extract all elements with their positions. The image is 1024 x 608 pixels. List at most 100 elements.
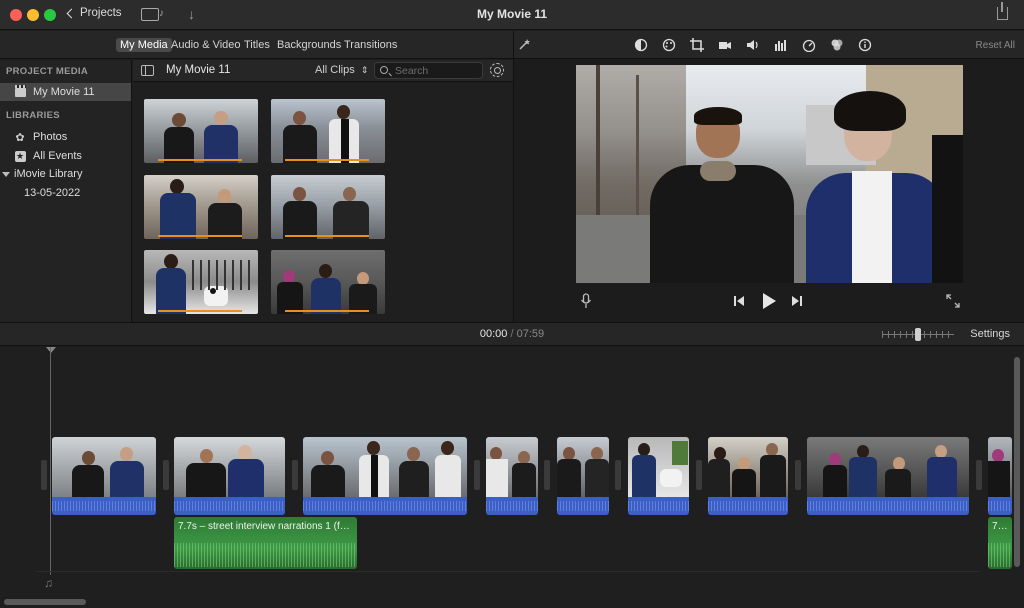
preview-frame	[576, 65, 963, 283]
projects-button[interactable]: Projects	[66, 7, 122, 19]
media-clip-thumbnail[interactable]	[271, 99, 385, 163]
narration-waveform	[988, 543, 1012, 567]
transition-marker[interactable]	[544, 460, 550, 490]
narration-waveform	[174, 543, 357, 567]
crop-icon[interactable]	[690, 38, 704, 52]
clips-filter-value: All Clips	[315, 64, 355, 76]
sidebar-item-photos[interactable]: ✿ Photos	[0, 128, 131, 146]
reset-all-button[interactable]: Reset All	[976, 40, 1015, 51]
current-time: 00:00	[479, 328, 508, 340]
tab-backgrounds[interactable]: Backgrounds	[273, 38, 345, 52]
viewer-toolbar: Reset All	[514, 31, 1024, 59]
info-icon[interactable]	[858, 38, 872, 52]
close-window-button[interactable]	[10, 9, 22, 21]
vertical-scrollbar[interactable]	[1014, 357, 1020, 567]
color-balance-icon[interactable]	[634, 38, 648, 52]
sidebar-item-all-events[interactable]: ★ All Events	[0, 147, 131, 165]
clips-filter-select[interactable]: All Clips ⇕	[315, 64, 368, 76]
clip-audio-waveform	[628, 497, 689, 515]
transition-marker[interactable]	[696, 460, 702, 490]
media-clip-thumbnail[interactable]	[144, 250, 258, 314]
background-music-well[interactable]: ♫	[36, 571, 980, 595]
microphone-icon[interactable]	[580, 293, 592, 309]
media-clip-thumbnail[interactable]	[144, 175, 258, 239]
libraries-heading: LIBRARIES	[6, 110, 60, 121]
magic-wand-icon[interactable]	[517, 38, 531, 52]
sidebar-item-label: iMovie Library	[14, 168, 83, 180]
sidebar-item-event-date[interactable]: 13-05-2022	[0, 184, 131, 202]
volume-icon[interactable]	[746, 38, 760, 52]
transition-marker[interactable]	[795, 460, 801, 490]
skip-back-icon[interactable]	[733, 295, 745, 307]
narration-clip-label: 7.7s – street interview narrations 1 (fo…	[178, 521, 353, 532]
zoom-window-button[interactable]	[44, 9, 56, 21]
transition-marker[interactable]	[474, 460, 480, 490]
sidebar-item-label: Photos	[33, 131, 68, 143]
timeline-video-clip[interactable]	[708, 437, 788, 515]
media-clip-thumbnail[interactable]	[144, 99, 258, 163]
horizontal-scrollbar[interactable]	[4, 599, 86, 605]
stabilization-icon[interactable]	[718, 38, 732, 52]
timeline-video-clip[interactable]	[807, 437, 969, 515]
timeline-video-clip[interactable]	[557, 437, 609, 515]
timeline-video-clip[interactable]	[988, 437, 1012, 515]
timeline-video-clip[interactable]	[628, 437, 689, 515]
sidebar-toggle-icon[interactable]	[141, 65, 154, 76]
sidebar-item-project[interactable]: My Movie 11	[0, 83, 131, 101]
transition-marker[interactable]	[615, 460, 621, 490]
clip-audio-waveform	[807, 497, 969, 515]
import-arrow-icon[interactable]: ↓	[188, 6, 195, 22]
timeline-video-clip[interactable]	[174, 437, 285, 515]
sidebar-item-label: My Movie 11	[33, 86, 95, 98]
tab-titles[interactable]: Titles	[240, 38, 274, 52]
fullscreen-icon[interactable]	[946, 294, 960, 308]
timeline-video-clip[interactable]	[52, 437, 156, 515]
transition-marker[interactable]	[163, 460, 169, 490]
clip-audio-waveform	[988, 497, 1012, 515]
narration-audio-clip[interactable]: 7.9...	[988, 517, 1012, 569]
transition-marker[interactable]	[292, 460, 298, 490]
disclosure-triangle-icon[interactable]	[2, 171, 10, 177]
sidebar-item-label: 13-05-2022	[24, 187, 81, 199]
zoom-slider-handle[interactable]	[915, 328, 921, 341]
sidebar-item-imovie-library[interactable]: iMovie Library	[0, 165, 131, 183]
media-clip-thumbnail[interactable]	[271, 175, 385, 239]
playhead-marker[interactable]	[46, 347, 56, 353]
sidebar-item-label: All Events	[33, 150, 82, 162]
color-palette-icon[interactable]	[662, 38, 676, 52]
search-input[interactable]	[395, 64, 480, 77]
speed-icon[interactable]	[802, 38, 816, 52]
video-viewer	[514, 60, 1024, 322]
media-clip-thumbnail[interactable]	[271, 250, 385, 314]
equalizer-icon[interactable]	[774, 38, 788, 52]
playhead[interactable]	[50, 347, 51, 575]
skip-forward-icon[interactable]	[791, 295, 803, 307]
tab-transitions[interactable]: Transitions	[340, 38, 401, 52]
narration-audio-clip[interactable]: 7.7s – street interview narrations 1 (fo…	[174, 517, 357, 569]
timeline-video-clip[interactable]	[303, 437, 467, 515]
play-icon[interactable]	[761, 292, 777, 310]
library-sidebar: PROJECT MEDIA My Movie 11 LIBRARIES ✿ Ph…	[0, 60, 132, 322]
timecode-display: 00:00 / 07:59	[0, 328, 1024, 340]
transition-marker[interactable]	[41, 460, 47, 490]
filter-icon[interactable]	[830, 38, 844, 52]
transition-marker[interactable]	[976, 460, 982, 490]
share-icon[interactable]	[997, 2, 1008, 20]
timeline-settings-button[interactable]: Settings	[970, 328, 1010, 340]
search-field[interactable]	[374, 62, 483, 79]
media-browser-icon[interactable]	[141, 8, 164, 21]
tab-audio-video[interactable]: Audio & Video	[167, 38, 245, 52]
gear-icon[interactable]	[490, 63, 504, 77]
star-icon: ★	[14, 150, 26, 162]
minimize-window-button[interactable]	[27, 9, 39, 21]
media-grid	[133, 83, 513, 322]
clip-audio-waveform	[52, 497, 156, 515]
narration-clip-label: 7.9...	[992, 521, 1008, 532]
project-media-heading: PROJECT MEDIA	[6, 66, 89, 77]
clip-audio-waveform	[174, 497, 285, 515]
search-icon	[380, 66, 388, 74]
timeline: 7.7s – street interview narrations 1 (fo…	[0, 347, 1024, 608]
time-separator: /	[510, 328, 514, 340]
timeline-video-clip[interactable]	[486, 437, 538, 515]
tab-my-media[interactable]: My Media	[116, 38, 172, 52]
